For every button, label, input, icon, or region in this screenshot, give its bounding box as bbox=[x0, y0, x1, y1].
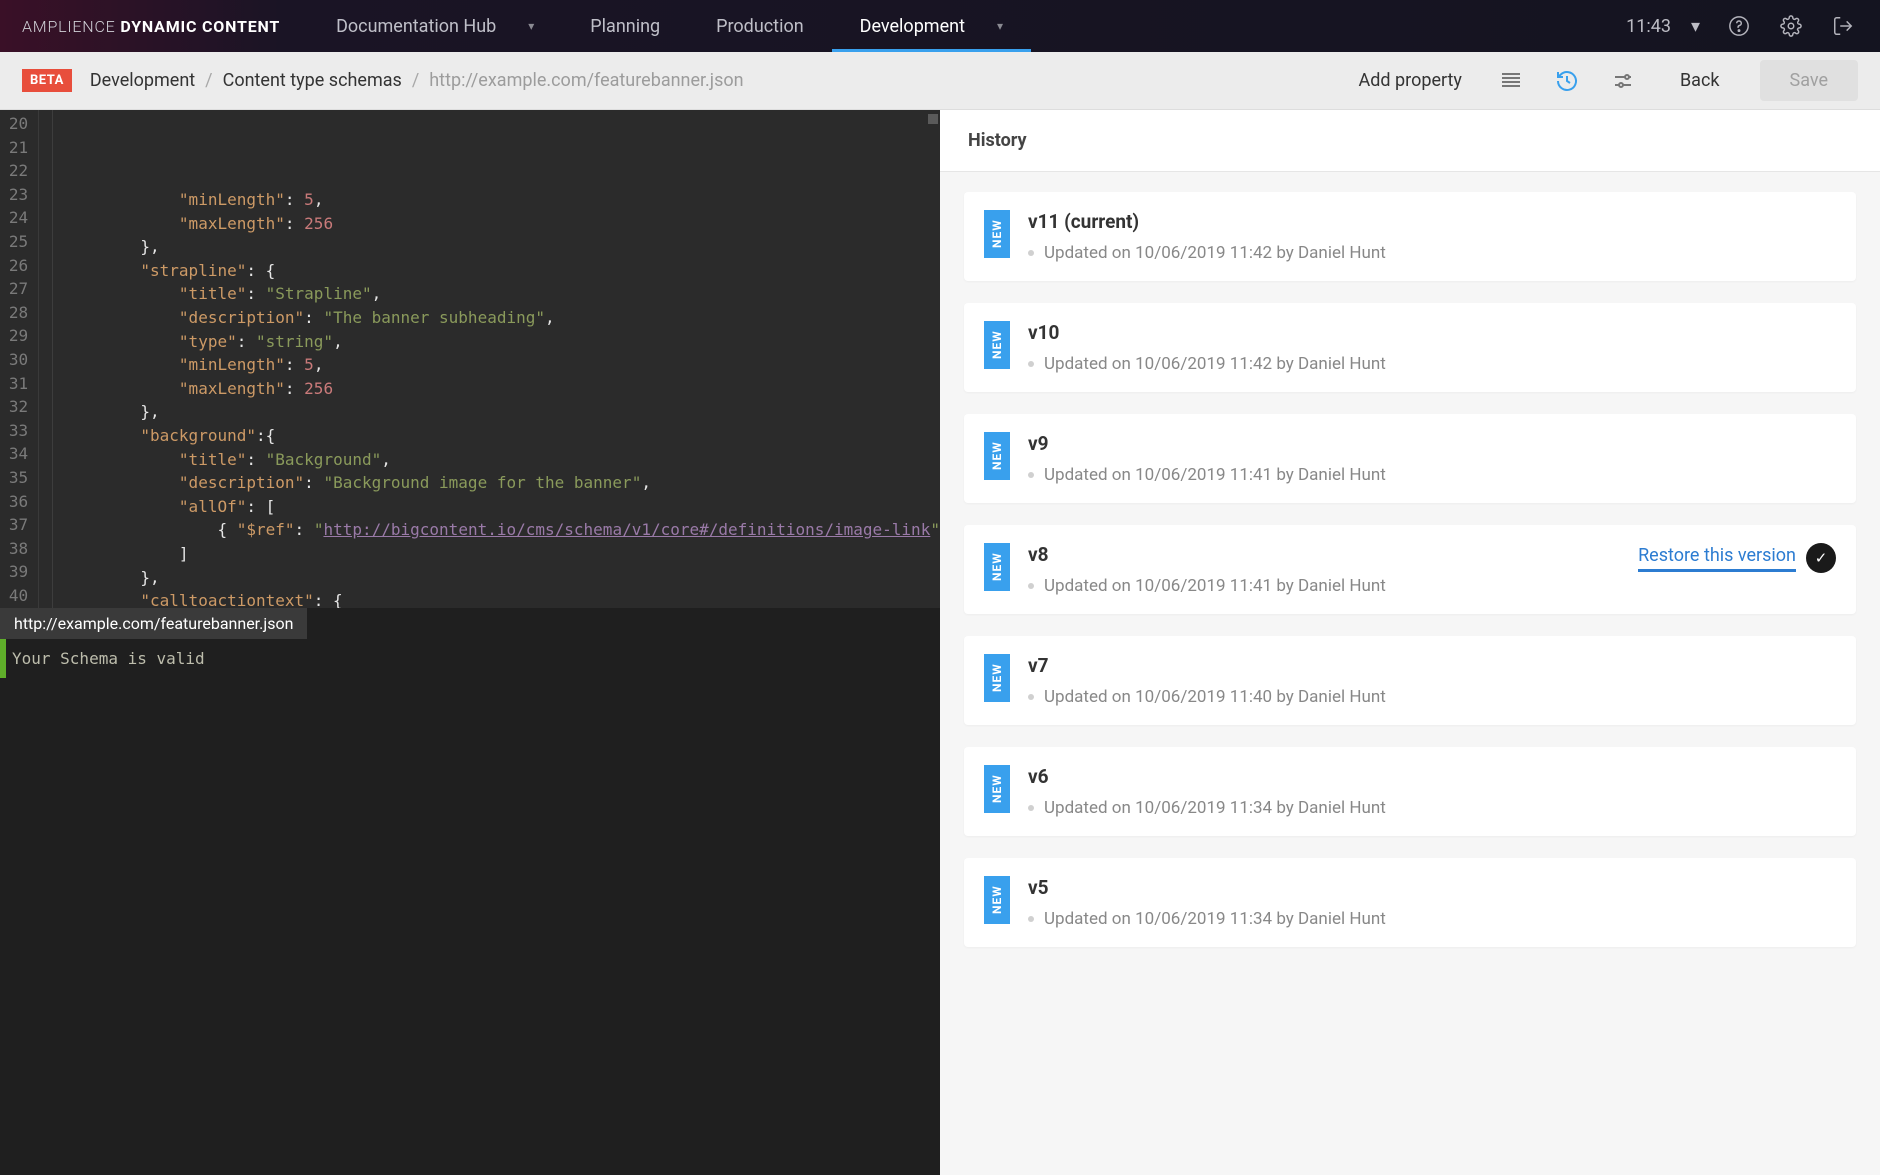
brand-logo: AMPLIENCE DYNAMIC CONTENT bbox=[0, 17, 308, 36]
new-badge: NEW bbox=[984, 543, 1010, 591]
code-editor[interactable]: 2021222324252627282930313233343536373839… bbox=[0, 110, 940, 1175]
validation-message: Your Schema is valid bbox=[0, 639, 940, 678]
version-card[interactable]: NEW v9 Updated on 10/06/2019 11:41 by Dani… bbox=[964, 414, 1856, 503]
brand-light: AMPLIENCE bbox=[22, 17, 116, 36]
brand-bold: DYNAMIC CONTENT bbox=[120, 17, 280, 36]
settings-icon[interactable] bbox=[1778, 13, 1804, 39]
new-badge: NEW bbox=[984, 321, 1010, 369]
new-badge: NEW bbox=[984, 765, 1010, 813]
new-badge: NEW bbox=[984, 432, 1010, 480]
history-panel: History NEW v11 (current) Updated on 10/06… bbox=[940, 110, 1880, 1175]
check-circle-icon[interactable]: ✓ bbox=[1806, 543, 1836, 573]
version-meta: Updated on 10/06/2019 11:34 by Daniel Hu… bbox=[1028, 909, 1836, 929]
sliders-icon[interactable] bbox=[1606, 64, 1640, 98]
logout-icon[interactable] bbox=[1830, 13, 1856, 39]
version-title: v11 (current) bbox=[1028, 210, 1836, 233]
history-list: NEW v11 (current) Updated on 10/06/2019 11… bbox=[940, 172, 1880, 957]
version-title: v9 bbox=[1028, 432, 1836, 455]
version-title: v6 bbox=[1028, 765, 1836, 788]
help-icon[interactable] bbox=[1726, 13, 1752, 39]
version-meta: Updated on 10/06/2019 11:41 by Daniel Hu… bbox=[1028, 465, 1836, 485]
version-meta: Updated on 10/06/2019 11:42 by Daniel Hu… bbox=[1028, 243, 1836, 263]
version-meta: Updated on 10/06/2019 11:41 by Daniel Hu… bbox=[1028, 576, 1620, 596]
save-button: Save bbox=[1760, 60, 1859, 101]
top-nav: AMPLIENCE DYNAMIC CONTENT Documentation … bbox=[0, 0, 1880, 52]
nav-planning[interactable]: Planning bbox=[562, 0, 688, 52]
chevron-down-icon: ▾ bbox=[1691, 16, 1700, 37]
history-title: History bbox=[940, 110, 1880, 172]
version-meta: Updated on 10/06/2019 11:42 by Daniel Hu… bbox=[1028, 354, 1836, 374]
clock-time: 11:43 bbox=[1626, 16, 1671, 37]
version-title: v5 bbox=[1028, 876, 1836, 899]
history-icon[interactable] bbox=[1550, 64, 1584, 98]
version-card[interactable]: NEW v10 Updated on 10/06/2019 11:42 by Dan… bbox=[964, 303, 1856, 392]
add-property-button[interactable]: Add property bbox=[1349, 70, 1472, 91]
status-file-path: http://example.com/featurebanner.json bbox=[0, 608, 307, 639]
new-badge: NEW bbox=[984, 210, 1010, 258]
version-card[interactable]: NEW v11 (current) Updated on 10/06/2019 11… bbox=[964, 192, 1856, 281]
chevron-down-icon: ▾ bbox=[528, 19, 534, 33]
breadcrumb: Development / Content type schemas / htt… bbox=[90, 70, 744, 91]
version-title: v10 bbox=[1028, 321, 1836, 344]
crumb-file: http://example.com/featurebanner.json bbox=[429, 70, 743, 91]
new-badge: NEW bbox=[984, 654, 1010, 702]
editor-console bbox=[0, 678, 940, 1175]
version-card[interactable]: NEW v5 Updated on 10/06/2019 11:34 by Dani… bbox=[964, 858, 1856, 947]
clock-dropdown[interactable]: 11:43 ▾ bbox=[1626, 16, 1700, 37]
version-title: v8 bbox=[1028, 543, 1620, 566]
code-area[interactable]: "minLength": 5, "maxLength": 256 }, "str… bbox=[53, 110, 940, 608]
version-card[interactable]: NEW v8 Updated on 10/06/2019 11:41 by Dani… bbox=[964, 525, 1856, 614]
chevron-down-icon: ▾ bbox=[997, 19, 1003, 33]
crumb-schemas[interactable]: Content type schemas bbox=[223, 70, 402, 91]
nav-production[interactable]: Production bbox=[688, 0, 832, 52]
minimap-marker bbox=[928, 114, 938, 124]
version-title: v7 bbox=[1028, 654, 1836, 677]
editor-status: http://example.com/featurebanner.json Yo… bbox=[0, 608, 940, 678]
restore-version-link[interactable]: Restore this version bbox=[1638, 545, 1796, 572]
back-button[interactable]: Back bbox=[1662, 70, 1738, 91]
line-gutter: 2021222324252627282930313233343536373839… bbox=[0, 110, 39, 608]
fold-column bbox=[39, 110, 53, 608]
sub-toolbar: BETA Development / Content type schemas … bbox=[0, 52, 1880, 110]
nav-development[interactable]: Development ▾ bbox=[832, 0, 1031, 52]
version-meta: Updated on 10/06/2019 11:40 by Daniel Hu… bbox=[1028, 687, 1836, 707]
crumb-development[interactable]: Development bbox=[90, 70, 195, 91]
beta-badge: BETA bbox=[22, 69, 72, 92]
version-card[interactable]: NEW v7 Updated on 10/06/2019 11:40 by Dani… bbox=[964, 636, 1856, 725]
list-view-icon[interactable] bbox=[1494, 64, 1528, 98]
new-badge: NEW bbox=[984, 876, 1010, 924]
version-card[interactable]: NEW v6 Updated on 10/06/2019 11:34 by Dani… bbox=[964, 747, 1856, 836]
nav-documentation-hub[interactable]: Documentation Hub ▾ bbox=[308, 0, 562, 52]
version-meta: Updated on 10/06/2019 11:34 by Daniel Hu… bbox=[1028, 798, 1836, 818]
